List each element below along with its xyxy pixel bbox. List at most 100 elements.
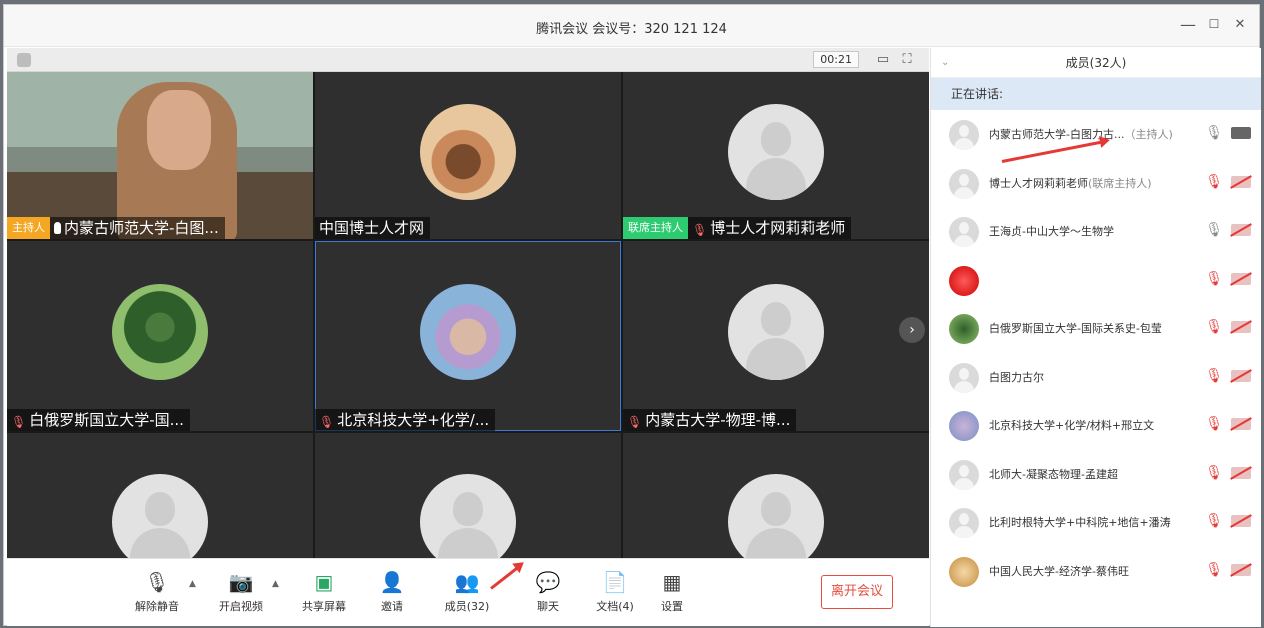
fullscreen-icon[interactable]: ⛶	[899, 52, 915, 68]
start-video-button[interactable]: 📷 开启视频	[209, 569, 273, 614]
layout-icon[interactable]: ▭	[875, 52, 891, 68]
maximize-icon[interactable]: ☐	[1203, 17, 1225, 31]
member-row[interactable]: 北师大-凝聚态物理-孟建超 🎙	[931, 450, 1261, 499]
close-icon[interactable]: ✕	[1229, 17, 1251, 32]
camera-off-icon[interactable]	[1231, 321, 1251, 333]
member-row[interactable]: 北京科技大学+化学/材料+邢立文 🎙	[931, 401, 1261, 450]
member-name: 白图力古尔	[989, 369, 1044, 385]
member-name: 内蒙古师范大学-白图力古...（主持人)	[989, 126, 1173, 142]
video-grid: 主持人 内蒙古师范大学-白图... 中国博士人才网 联席主持人 🎙 博士人才网莉莉老师…	[7, 72, 929, 562]
member-row[interactable]: 比利时根特大学+中科院+地信+潘涛 🎙	[931, 498, 1261, 547]
member-avatar	[949, 314, 979, 344]
mic-off-icon[interactable]: 🎙	[1205, 513, 1223, 529]
unmute-label: 解除静音	[135, 600, 179, 613]
avatar	[728, 473, 824, 562]
video-tile[interactable]: 主持人 内蒙古师范大学-白图...	[7, 72, 313, 239]
mic-off-icon[interactable]: 🎙	[1205, 465, 1223, 481]
tile-label: 中国博士人才网	[315, 217, 431, 239]
avatar	[112, 473, 208, 562]
members-button[interactable]: 👥 成员(32)	[435, 569, 499, 614]
member-name: 北京科技大学+化学/材料+邢立文	[989, 417, 1154, 433]
start-video-label: 开启视频	[219, 600, 263, 613]
member-name-text: 王海贞-中山大学～生物学	[989, 225, 1114, 238]
avatar	[728, 103, 824, 200]
video-tile[interactable]: › 🎙 内蒙古大学-物理-博...	[623, 241, 929, 431]
member-row[interactable]: 🎙	[931, 256, 1261, 305]
settings-button[interactable]: ▦ 设置	[640, 569, 704, 614]
next-page-arrow-icon[interactable]: ›	[899, 317, 925, 343]
members-panel: ⌄ 成员(32人) 正在讲话: 内蒙古师范大学-白图力古...（主持人) 🎙 博士人…	[930, 48, 1261, 627]
invite-button[interactable]: 👤 邀请	[360, 569, 424, 614]
member-name-text: 比利时根特大学+中科院+地信+潘涛	[989, 516, 1171, 529]
member-row[interactable]: 白图力古尔 🎙	[931, 353, 1261, 402]
video-tile[interactable]: 🎙 白俄罗斯国立大学-国...	[7, 241, 313, 431]
video-tile[interactable]	[315, 433, 621, 562]
members-label: 成员(32)	[444, 600, 490, 613]
camera-off-icon[interactable]	[1231, 563, 1251, 576]
camera-off-icon[interactable]	[1231, 224, 1251, 236]
mic-muted-icon: 🎙	[144, 570, 170, 594]
camera-off-icon[interactable]	[1231, 418, 1251, 430]
mic-off-icon[interactable]: 🎙	[1205, 562, 1223, 578]
avatar	[420, 473, 516, 562]
meeting-toolbar: 🎙 解除静音 ▲ 📷 开启视频 ▲ ▣ 共享屏幕 👤 邀请 👥 成员(32) 💬…	[7, 558, 929, 626]
video-options-caret-icon[interactable]: ▲	[272, 579, 279, 589]
shield-icon[interactable]	[17, 53, 31, 67]
member-row[interactable]: 白俄罗斯国立大学-国际关系史-包莹 🎙	[931, 304, 1261, 353]
tile-name: 白俄罗斯国立大学-国...	[29, 411, 184, 429]
tile-label: 联席主持人 🎙 博士人才网莉莉老师	[623, 217, 852, 239]
mic-off-icon[interactable]: 🎙	[1205, 319, 1223, 335]
member-name-text: 白图力古尔	[989, 370, 1044, 384]
member-name: 王海贞-中山大学～生物学	[989, 223, 1114, 239]
camera-off-icon[interactable]	[1231, 515, 1251, 527]
member-row[interactable]: 王海贞-中山大学～生物学 🎙	[931, 207, 1261, 256]
collapse-chevron-icon[interactable]: ⌄	[941, 48, 949, 78]
member-avatar	[949, 265, 979, 296]
minimize-icon[interactable]: —	[1177, 15, 1199, 34]
camera-off-icon[interactable]	[1231, 175, 1251, 188]
camera-off-icon[interactable]	[1231, 466, 1251, 479]
mic-off-icon[interactable]: 🎙	[1205, 271, 1223, 287]
member-name: 白俄罗斯国立大学-国际关系史-包莹	[989, 320, 1162, 336]
video-tile[interactable]	[7, 433, 313, 562]
chat-button[interactable]: 💬 聊天	[516, 569, 580, 614]
audio-options-caret-icon[interactable]: ▲	[189, 579, 196, 589]
member-row[interactable]: 内蒙古师范大学-白图力古...（主持人) 🎙	[931, 110, 1261, 159]
tile-name: 北京科技大学+化学/...	[337, 411, 490, 429]
member-row[interactable]: 中国人民大学-经济学-蔡伟旺 🎙	[931, 547, 1261, 596]
video-tile[interactable]	[623, 433, 929, 562]
avatar	[728, 284, 824, 380]
docs-button[interactable]: 📄 文档(4)	[583, 569, 647, 614]
share-screen-button[interactable]: ▣ 共享屏幕	[292, 569, 356, 614]
mic-off-icon[interactable]: 🎙	[1205, 368, 1223, 384]
member-avatar	[949, 556, 979, 587]
video-tile[interactable]: 联席主持人 🎙 博士人才网莉莉老师	[623, 72, 929, 239]
unmute-button[interactable]: 🎙 解除静音	[125, 569, 189, 614]
avatar	[420, 284, 516, 380]
mic-on-icon[interactable]: 🎙	[1205, 222, 1223, 238]
share-screen-label: 共享屏幕	[302, 600, 346, 613]
settings-label: 设置	[661, 600, 683, 613]
invite-icon: 👤	[379, 570, 405, 594]
members-panel-title: 成员(32人)	[1065, 56, 1127, 70]
member-name: 比利时根特大学+中科院+地信+潘涛	[989, 514, 1171, 530]
leave-meeting-button[interactable]: 离开会议	[821, 575, 893, 609]
window-title: 腾讯会议 会议号：320 121 124	[536, 22, 727, 37]
member-row[interactable]: 博士人才网莉莉老师(联席主持人) 🎙	[931, 159, 1261, 208]
mic-off-icon[interactable]: 🎙	[1205, 174, 1223, 190]
camera-off-icon[interactable]	[1231, 272, 1251, 285]
camera-off-icon[interactable]	[1231, 369, 1251, 382]
video-tile-active[interactable]: 🎙 北京科技大学+化学/...	[315, 241, 621, 431]
camera-off-icon: 📷	[228, 570, 254, 594]
members-panel-header: ⌄ 成员(32人)	[931, 48, 1261, 78]
tile-name: 内蒙古大学-物理-博...	[645, 411, 791, 429]
mic-off-icon[interactable]: 🎙	[1205, 416, 1223, 432]
host-video-feed	[7, 72, 313, 239]
video-tile[interactable]: 中国博士人才网	[315, 72, 621, 239]
document-icon: 📄	[602, 570, 628, 594]
docs-label: 文档(4)	[596, 600, 634, 613]
camera-on-icon[interactable]	[1231, 127, 1251, 139]
tile-name: 中国博士人才网	[319, 219, 425, 237]
member-role: (联席主持人)	[1088, 176, 1152, 190]
mic-on-icon[interactable]: 🎙	[1205, 125, 1223, 141]
